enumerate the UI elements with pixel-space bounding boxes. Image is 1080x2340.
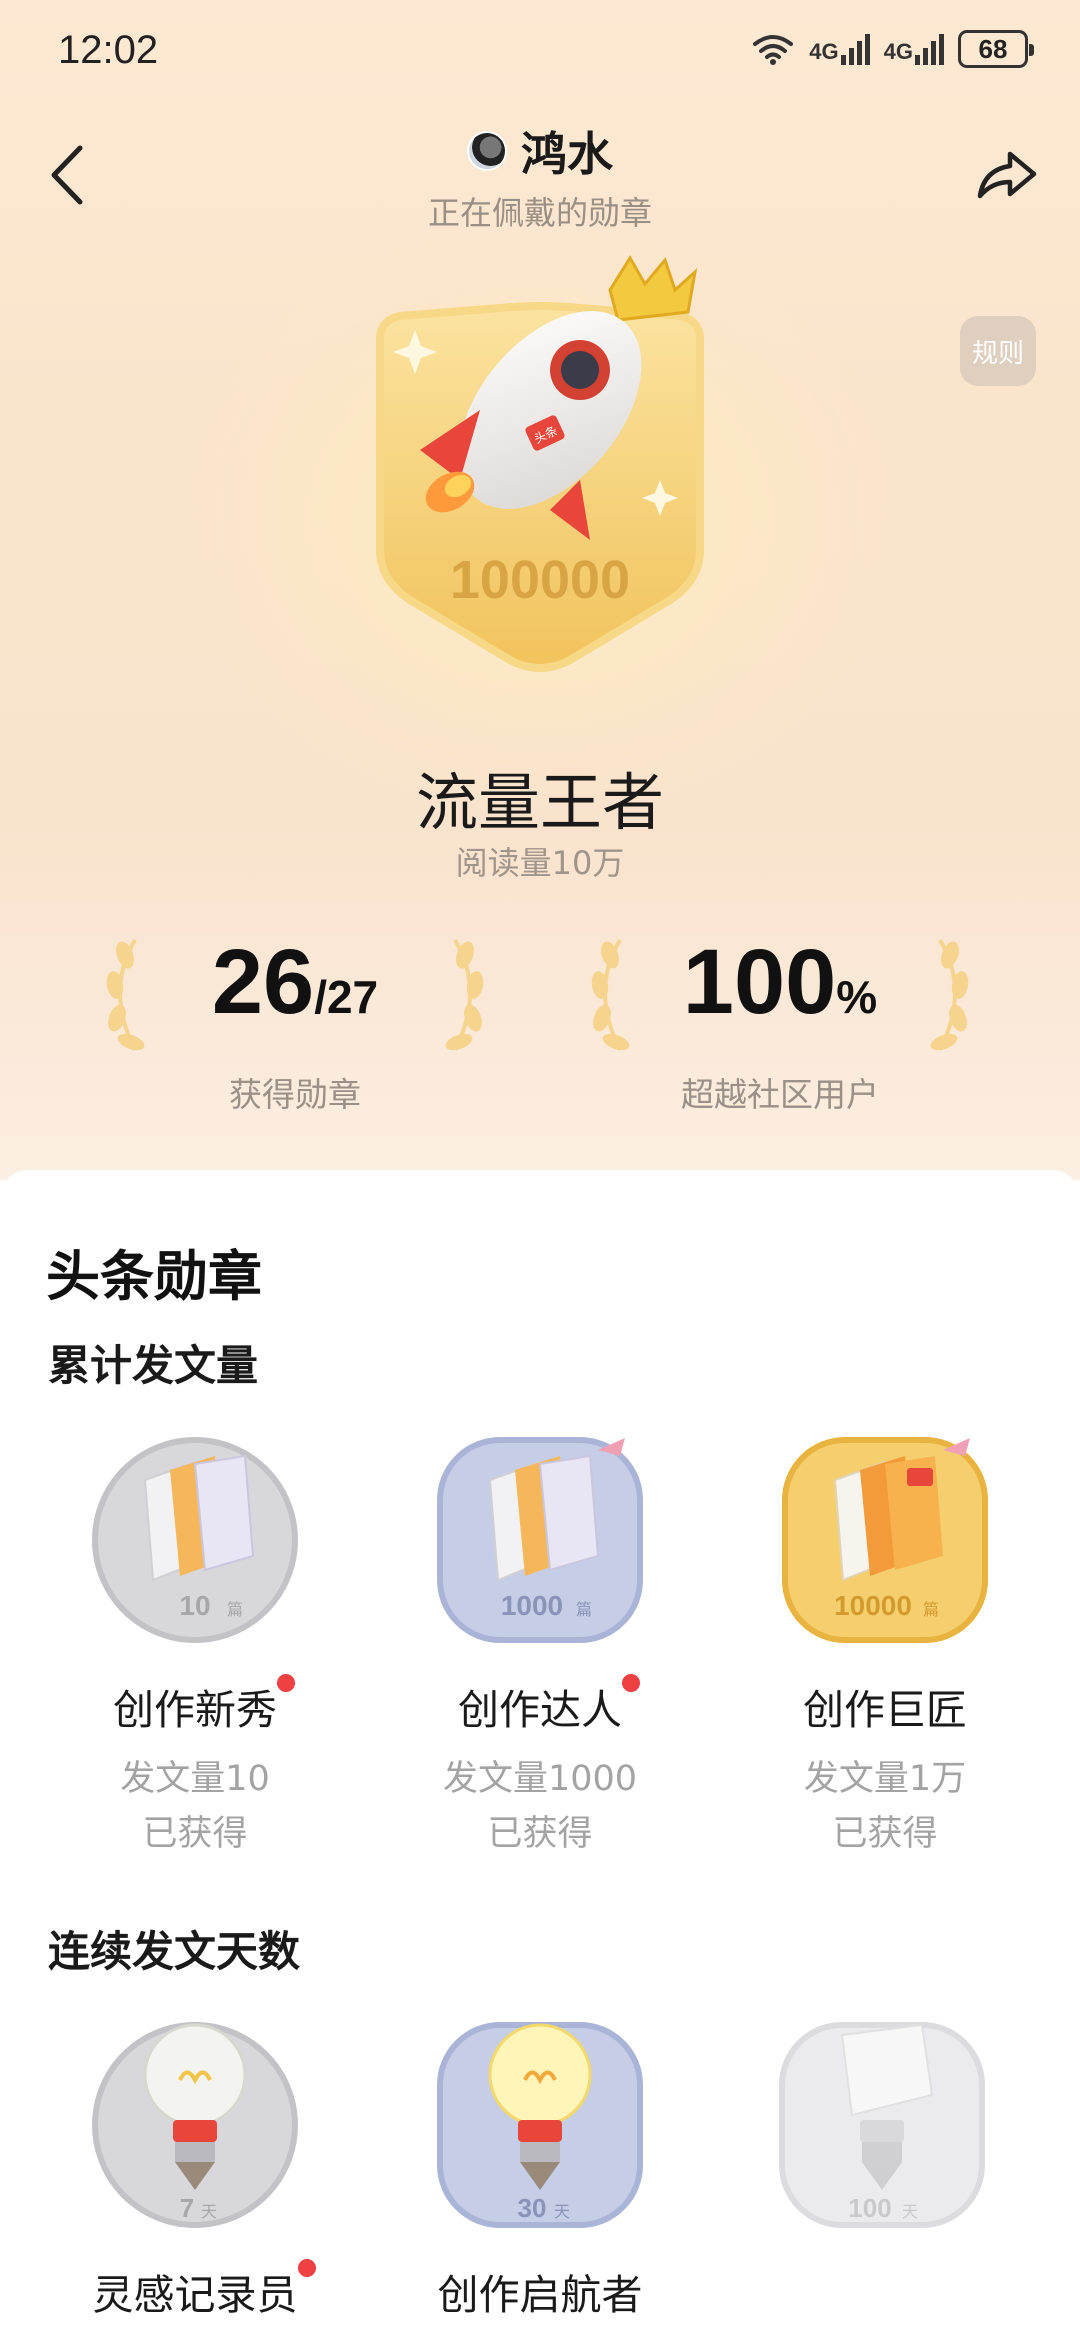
username[interactable]: 鸿水	[521, 118, 613, 184]
percentile-value: 100%	[570, 930, 990, 1035]
wearing-badge-subtitle: 正在佩戴的勋章	[427, 194, 652, 232]
medal-count: 7	[180, 2193, 194, 2223]
medal-requirement: 发文量1000	[442, 1759, 638, 1799]
percentile-label: 超越社区用户	[681, 1075, 879, 1114]
medal-name-text: 灵感记录员	[92, 2271, 298, 2319]
cell-signal-2: 4G	[884, 33, 944, 65]
battery-icon: 68	[958, 30, 1034, 68]
status-bar: 12:02 4G 4G 68	[0, 0, 1080, 110]
network-type-1: 4G	[809, 39, 839, 64]
lightbulb-pen-medal-silver-icon: 7 天	[92, 2022, 298, 2228]
featured-badge-title: 流量王者	[415, 766, 664, 839]
notebook-medal-blue-icon: 1000 篇	[437, 1437, 643, 1643]
avatar[interactable]	[467, 131, 507, 171]
badges-total-count: /27	[314, 971, 379, 1023]
medal-item[interactable]: 10000 篇 创作巨匠 发文量1万 已获得	[735, 1410, 1035, 1856]
medal-count: 10	[179, 1590, 210, 1621]
medal-item[interactable]: 1000 篇 创作达人 发文量1000 已获得	[390, 1410, 690, 1856]
badges-earned-count: 26	[211, 931, 315, 1033]
medal-name: 创作巨匠	[803, 1676, 967, 1736]
notebook-medal-gold-icon: 10000 篇	[782, 1437, 988, 1643]
section-title: 头条勋章	[46, 1245, 262, 1308]
network-type-2: 4G	[883, 39, 913, 64]
medal-item[interactable]: 7 天 灵感记录员	[45, 1995, 345, 2321]
lightbulb-pen-medal-blue-icon: 30 天	[437, 2022, 643, 2228]
new-dot	[622, 1674, 640, 1692]
wifi-icon	[753, 35, 794, 65]
medal-unit: 篇	[227, 1600, 243, 1619]
featured-badge-desc: 阅读量10万	[455, 844, 625, 882]
medal-unit: 天	[902, 2202, 918, 2221]
medal-name: 创作启航者	[438, 2261, 643, 2321]
percentile-stat: 100% 超越社区用户	[570, 930, 990, 1130]
medal-requirement: 发文量1万	[803, 1759, 967, 1799]
lightbulb-pen-medal-locked-icon: 100 天	[779, 2022, 986, 2228]
new-dot	[277, 1674, 295, 1692]
badges-earned-value: 26/27	[85, 930, 505, 1035]
percentile-unit: %	[836, 971, 878, 1023]
group-title-post-count: 累计发文量	[48, 1341, 259, 1390]
medal-item[interactable]: 30 天 创作启航者	[390, 1995, 690, 2321]
featured-badge-icon[interactable]: 头条 100000	[340, 250, 740, 690]
medal-count: 100	[849, 2193, 892, 2223]
signal-bars-icon	[840, 33, 870, 65]
badges-earned-label: 获得勋章	[229, 1075, 361, 1114]
medal-name-text: 创作达人	[458, 1686, 622, 1734]
medal-name: 创作达人	[458, 1674, 640, 1736]
user-row[interactable]: 鸿水	[0, 118, 1080, 184]
status-time: 12:02	[58, 28, 159, 72]
cell-signal-1: 4G	[809, 33, 870, 65]
medal-status: 已获得	[142, 1814, 248, 1854]
medal-status: 已获得	[832, 1814, 938, 1854]
rules-button[interactable]: 规则	[960, 316, 1036, 386]
status-icons: 4G 4G 68	[751, 30, 1034, 68]
medal-name-text: 创作新秀	[113, 1686, 277, 1734]
medal-item[interactable]: 10 篇 创作新秀 发文量10 已获得	[45, 1410, 345, 1856]
badges-earned-stat: 26/27 获得勋章	[85, 930, 505, 1130]
featured-badge-number: 100000	[450, 550, 630, 610]
medal-name: 灵感记录员	[92, 2259, 316, 2321]
medal-name: 创作新秀	[113, 1674, 295, 1736]
medal-requirement: 发文量10	[120, 1759, 270, 1799]
medal-unit: 天	[554, 2202, 570, 2221]
medal-count: 1000	[501, 1590, 563, 1621]
group-title-streak: 连续发文天数	[48, 1927, 301, 1976]
medal-unit: 篇	[576, 1600, 592, 1619]
medal-name-text: 创作启航者	[437, 2271, 643, 2319]
medal-status: 已获得	[487, 1814, 593, 1854]
percentile-number: 100	[682, 931, 837, 1033]
new-dot	[297, 2259, 316, 2277]
medal-item-locked[interactable]: 100 天	[735, 1995, 1035, 2239]
medal-unit: 天	[201, 2202, 217, 2221]
medal-unit: 篇	[923, 1600, 939, 1619]
medal-name-text: 创作巨匠	[803, 1686, 967, 1734]
signal-bars-icon	[915, 33, 944, 65]
notebook-medal-silver-icon: 10 篇	[92, 1437, 298, 1643]
medal-count: 10000	[834, 1590, 912, 1621]
medal-count: 30	[518, 2193, 547, 2223]
